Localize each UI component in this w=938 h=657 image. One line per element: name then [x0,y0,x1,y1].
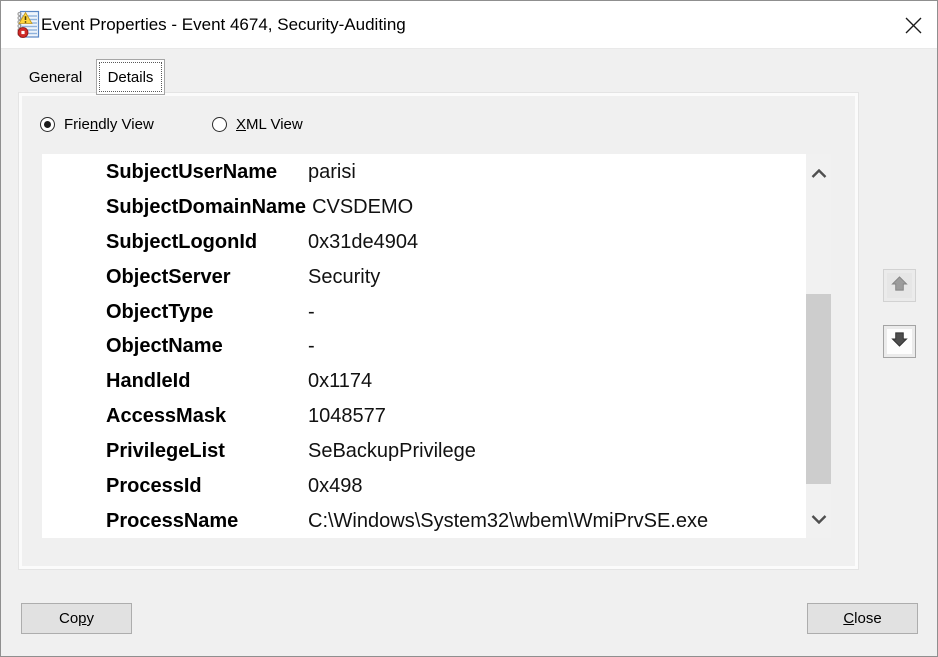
copy-button[interactable]: Copy [21,603,132,634]
previous-event-button[interactable] [883,269,916,302]
property-row: ObjectType- [106,295,803,330]
property-row: ProcessId0x498 [106,469,803,504]
property-value: CVSDEMO [312,196,413,219]
friendly-view-content: SubjectUserNameparisiSubjectDomainNameCV… [42,154,831,538]
titlebar[interactable]: Event Properties - Event 4674, Security-… [1,1,937,49]
tab-details-label: Details [108,69,154,86]
property-name: ObjectType [106,301,308,324]
property-row: SubjectDomainNameCVSDEMO [106,190,803,225]
property-list: SubjectUserNameparisiSubjectDomainNameCV… [106,155,803,539]
property-name: AccessMask [106,405,308,428]
event-viewer-icon [14,10,40,39]
property-name: SubjectDomainName [106,196,312,219]
xml-view-radio[interactable]: XML View [212,114,303,134]
property-value: 0x498 [308,475,363,498]
arrow-up-icon [890,275,909,297]
radio-unselected-icon[interactable] [212,117,227,132]
property-name: ProcessName [106,510,308,533]
details-tab-page: Friendly View XML View SubjectUserNamepa… [19,93,858,569]
scrollbar[interactable] [806,154,831,538]
property-value: 1048577 [308,405,386,428]
arrow-down-icon [890,331,909,353]
tab-general[interactable]: General [19,62,92,93]
property-value: - [308,335,315,358]
property-row: SubjectLogonId0x31de4904 [106,225,803,260]
scroll-down-icon[interactable] [806,500,831,538]
scroll-up-icon[interactable] [806,154,831,192]
property-value: SeBackupPrivilege [308,440,476,463]
property-name: ObjectServer [106,266,308,289]
property-name: HandleId [106,370,308,393]
radio-selected-icon[interactable] [40,117,55,132]
event-properties-dialog: Event Properties - Event 4674, Security-… [0,0,938,657]
xml-view-label: XML View [236,116,303,133]
property-value: 0x31de4904 [308,231,418,254]
property-name: ProcessId [106,475,308,498]
property-value: Security [308,266,380,289]
property-name: SubjectLogonId [106,231,308,254]
dialog-title: Event Properties - Event 4674, Security-… [41,1,406,49]
property-row: ObjectName- [106,329,803,364]
property-value: C:\Windows\System32\wbem\WmiPrvSE.exe [308,510,708,533]
property-row: AccessMask1048577 [106,399,803,434]
friendly-view-label: Friendly View [64,116,154,133]
property-row: PrivilegeListSeBackupPrivilege [106,434,803,469]
close-button[interactable]: Close [807,603,918,634]
tab-details[interactable]: Details [96,59,165,95]
property-name: PrivilegeList [106,440,308,463]
close-icon[interactable] [893,8,933,42]
property-value: - [308,301,315,324]
property-row: ProcessNameC:\Windows\System32\wbem\WmiP… [106,504,803,539]
scrollbar-thumb[interactable] [806,294,831,484]
friendly-view-radio[interactable]: Friendly View [40,114,154,134]
property-value: 0x1174 [308,370,372,393]
property-row: HandleId0x1174 [106,364,803,399]
property-row: SubjectUserNameparisi [106,155,803,190]
property-name: SubjectUserName [106,161,308,184]
tab-general-label: General [29,69,82,86]
property-row: ObjectServerSecurity [106,260,803,295]
property-name: ObjectName [106,335,308,358]
property-value: parisi [308,161,356,184]
next-event-button[interactable] [883,325,916,358]
